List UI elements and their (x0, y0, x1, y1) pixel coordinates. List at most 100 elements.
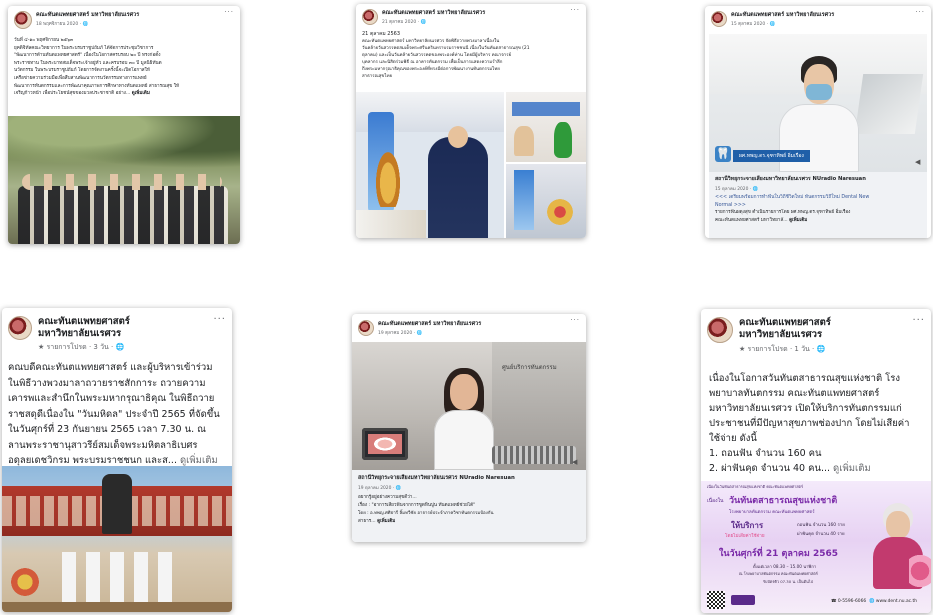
post-line: มหาวิทยาลัยนเรศวร เปิดให้บริการทันตกรรมแ… (709, 403, 902, 414)
post-card-4[interactable]: คณะทันตแพทยศาสตร์ มหาวิทยาลัยนเรศวร ★ รา… (2, 308, 232, 612)
link-date: 15 ตุลาคม 2020 · 🌐 (715, 187, 759, 192)
post-line: พระราชทาน ในพระบาทสมเด็จพระเจ้าอยู่หัว แ… (14, 60, 162, 66)
post-line: วันคล้ายวันสวรรคตสมเด็จพระศรีนครินทราบรม… (362, 46, 530, 51)
event-poster[interactable]: เนื่องในวันทันตสาธารณสุขแห่งชาติ คณะทันต… (701, 481, 931, 613)
link-line: สาธาร... (358, 519, 376, 524)
page-avatar[interactable] (711, 11, 727, 27)
post-photo[interactable] (8, 116, 240, 244)
post-card-3[interactable]: คณะทันตแพทยศาสตร์ มหาวิทยาลัยนเรศวร 15 ต… (705, 6, 931, 238)
poster-place: ณ โรงพยาบาลทันตกรรม คณะทันตแพทยศาสตร์ (739, 571, 818, 576)
post-meta[interactable]: ★ รายการโปรด · 3 วัน · 🌐 (38, 342, 130, 353)
poster-headline: วันทันตสาธารณสุขแห่งชาติ (729, 496, 838, 506)
video-thumbnail[interactable]: ศูนย์บริการทันตกรรม ◀ (352, 342, 586, 470)
post-text: วันที่ ๔-๑๐ พฤศจิกายน ๒๕๖๓ ยุคดิจิทัลคณะ… (8, 35, 240, 98)
more-options-icon[interactable]: ··· (912, 315, 925, 326)
video-caption: ผศ.ทพญ.ดร.จุฑาทิพย์ อิ่มเรือง (733, 150, 810, 162)
post-card-6[interactable]: คณะทันตแพทยศาสตร์ มหาวิทยาลัยนเรศวร ★ รา… (701, 309, 931, 613)
more-options-icon[interactable]: ··· (213, 314, 226, 325)
see-more-link[interactable]: ดูเพิ่มเติม (833, 463, 871, 474)
page-avatar[interactable] (14, 11, 32, 29)
page-avatar[interactable] (707, 317, 733, 343)
post-line: ราชสดุดีเนื่องใน "วันมหิดล" ประจำปี 2565… (8, 408, 220, 420)
post-date[interactable]: 21 ตุลาคม 2020 · 🌐 (382, 18, 485, 25)
post-line: เจริญก้าวหน้า เพื่อประโยชน์สุขของมวลประช… (14, 91, 131, 97)
page-name[interactable]: คณะทันตแพทยศาสตร์ (739, 317, 831, 329)
post-line: คณบดีคณะทันตแพทยศาสตร์ และผู้บริหารเข้าร… (8, 362, 213, 373)
more-options-icon[interactable]: ··· (224, 8, 234, 16)
post-line: ใช้จ่าย ดังนี้ (709, 433, 757, 444)
post-line: ยุคดิจิทัลคณะวิทยาการ ในพระบรมราชูปถัมภ์… (14, 45, 154, 51)
link-line: อยากรู้อยู่อย่างความสุขดีว่า... (358, 495, 417, 500)
page-name[interactable]: คณะทันตแพทยศาสตร์ (38, 316, 130, 328)
link-preview[interactable]: สถานีวิทยุกระจายเสียงมหาวิทยาลัยนเรศวร N… (352, 470, 586, 542)
post-header: คณะทันตแพทยศาสตร์ มหาวิทยาลัยนเรศวร ★ รา… (2, 308, 232, 358)
post-date[interactable]: 18 พฤศจิกายน 2020 · 🌐 (36, 20, 139, 27)
see-more-link[interactable]: ดูเพิ่มเติม (180, 455, 218, 466)
more-options-icon[interactable]: ··· (570, 6, 580, 14)
post-header: คณะทันตแพทยศาสตร์ มหาวิทยาลัยนเรศวร 21 ต… (356, 4, 586, 31)
link-title[interactable]: สถานีวิทยุกระจายเสียงมหาวิทยาลัยนเรศวร N… (715, 175, 921, 183)
post-text: 21 ตุลาคม 2563 คณะทันตแพทยศาสตร์ มหาวิทย… (356, 31, 586, 80)
page-name[interactable]: คณะทันตแพทยศาสตร์ มหาวิทยาลัยนเรศวร (731, 11, 834, 19)
post-meta[interactable]: ★ รายการโปรด · 1 วัน · 🌐 (739, 344, 831, 355)
post-date[interactable]: 15 ตุลาคม 2020 · 🌐 (731, 20, 834, 27)
post-line: ประชาชนที่มีปัญหาสุขภาพช่องปาก โดยไม่เสี… (709, 418, 910, 429)
link-line: เรื่อง : "อาการเสียวฟันจากการขูดหินปูน ท… (358, 503, 476, 508)
post-line: นวัตกรรม ในพระบรมราชูปถัมภ์ โดยการจัดงาน… (14, 68, 150, 74)
poster-top-line: เนื่องในวันทันตสาธารณสุขแห่งชาติ คณะทันต… (707, 484, 804, 489)
clinic-sign: ศูนย์บริการทันตกรรม (502, 364, 557, 371)
post-line: 1. ถอนฟัน จำนวน 160 คน (709, 448, 822, 459)
post-photo-top-right[interactable] (506, 92, 586, 162)
link-line: <<< เตรียมพร้อมการทำฟันในวิถีชีวิตใหม่ ท… (715, 195, 870, 200)
post-line: วันที่ ๔-๑๐ พฤศจิกายน ๒๕๖๓ (14, 38, 74, 43)
page-avatar[interactable] (362, 9, 378, 25)
page-avatar[interactable] (358, 320, 374, 336)
post-line: 21 ตุลาคม 2563 (362, 31, 401, 37)
post-line: "พัฒนาการด้านทันตแพทยศาสตร์" เนื่องในโอก… (14, 53, 161, 59)
poster-item-1: ถอนฟัน จำนวน 160 ราย (797, 523, 845, 528)
post-line: ลานพระราชานุสาวรีย์สมเด็จพระมหิตลาธิเบศร (8, 439, 198, 451)
post-line: ตุลาคม) และเป็นวันคล้ายวันสวรรคตของพระอง… (362, 53, 512, 58)
post-photo-main[interactable] (356, 92, 504, 238)
see-more-link[interactable]: ดูเพิ่มเติม (132, 91, 150, 96)
page-name[interactable]: คณะทันตแพทยศาสตร์ มหาวิทยาลัยนเรศวร (378, 320, 481, 328)
poster-subtitle: โรงพยาบาลทันตกรรม คณะทันตแพทยศาสตร์ (729, 510, 815, 515)
link-line: โดย : อ.ทพญ.ศศิธารี ลิ้มทวีชัย อาจารย์ปร… (358, 511, 494, 516)
link-preview[interactable]: สถานีวิทยุกระจายเสียงมหาวิทยาลัยนเรศวร N… (709, 172, 927, 238)
see-more-link[interactable]: ดูเพิ่มเติม (789, 218, 807, 223)
poster-free: โดยไม่เสียค่าใช้จ่าย (725, 534, 765, 539)
page-name-line2[interactable]: มหาวิทยาลัยนเรศวร (38, 328, 130, 340)
post-line: สาธารณสุขไทย (362, 74, 393, 79)
post-card-5[interactable]: คณะทันตแพทยศาสตร์ มหาวิทยาลัยนเรศวร 19 ต… (352, 314, 586, 542)
post-date[interactable]: 19 ตุลาคม 2020 · 🌐 (378, 329, 481, 336)
link-date: 19 ตุลาคม 2020 · 🌐 (358, 486, 402, 491)
volume-icon[interactable]: ◀ (572, 458, 577, 466)
poster-note: รับบัตรคิว 07.30 น. เป็นต้นไป (763, 579, 814, 584)
post-line: ในพิธีวางพวงมาลาถวายราชสักการะ ถวายความ (8, 377, 206, 389)
page-name-line2[interactable]: มหาวิทยาลัยนเรศวร (739, 329, 831, 341)
link-title[interactable]: สถานีวิทยุกระจายเสียงมหาวิทยาลัยนเรศวร N… (358, 474, 580, 482)
post-line: 2. ผ่าฟันคุด จำนวน 40 คน... (709, 463, 831, 474)
poster-date: ในวันศุกร์ที่ 21 ตุลาคม 2565 (719, 549, 839, 559)
post-header: คณะทันตแพทยศาสตร์ มหาวิทยาลัยนเรศวร ★ รา… (701, 309, 931, 361)
link-line: รายการฟันผดุงสุข ดำเนินรายการโดย ผศ.ทพญ.… (715, 210, 851, 215)
volume-icon[interactable]: ◀ (915, 158, 920, 166)
post-text: คณบดีคณะทันตแพทยศาสตร์ และผู้บริหารเข้าร… (2, 358, 232, 469)
more-options-icon[interactable]: ··· (570, 316, 580, 324)
post-photo-bottom-right[interactable] (506, 164, 586, 238)
post-card-2[interactable]: คณะทันตแพทยศาสตร์ มหาวิทยาลัยนเรศวร 21 ต… (356, 4, 586, 238)
post-line: คณะทันตแพทยศาสตร์ มหาวิทยาลัยนเรศวร จัดพ… (362, 39, 500, 44)
poster-item-2: ผ่าฟันคุด จำนวน 40 ราย (797, 532, 845, 537)
post-header: คณะทันตแพทยศาสตร์ มหาวิทยาลัยนเรศวร 15 ต… (705, 6, 931, 33)
poster-prefix: เนื่องใน (707, 498, 724, 504)
page-name[interactable]: คณะทันตแพทยศาสตร์ มหาวิทยาลัยนเรศวร (382, 9, 485, 17)
see-more-link[interactable]: ดูเพิ่มเติม (377, 519, 395, 524)
page-avatar[interactable] (8, 316, 32, 340)
page-name[interactable]: คณะทันตแพทยศาสตร์ มหาวิทยาลัยนเรศวร (36, 11, 139, 19)
post-line: พยาบาลทันตกรรม คณะทันตแพทยศาสตร์ (709, 388, 880, 399)
video-thumbnail[interactable]: 🦷 ผศ.ทพญ.ดร.จุฑาทิพย์ อิ่มเรือง ◀ (709, 34, 927, 172)
more-options-icon[interactable]: ··· (915, 8, 925, 16)
post-line: ในวันศุกร์ที่ 23 กันยายน 2565 เวลา 7.30 … (8, 424, 206, 435)
post-card-1[interactable]: คณะทันตแพทยศาสตร์ มหาวิทยาลัยนเรศวร 18 พ… (8, 6, 240, 244)
post-photo[interactable] (2, 466, 232, 612)
